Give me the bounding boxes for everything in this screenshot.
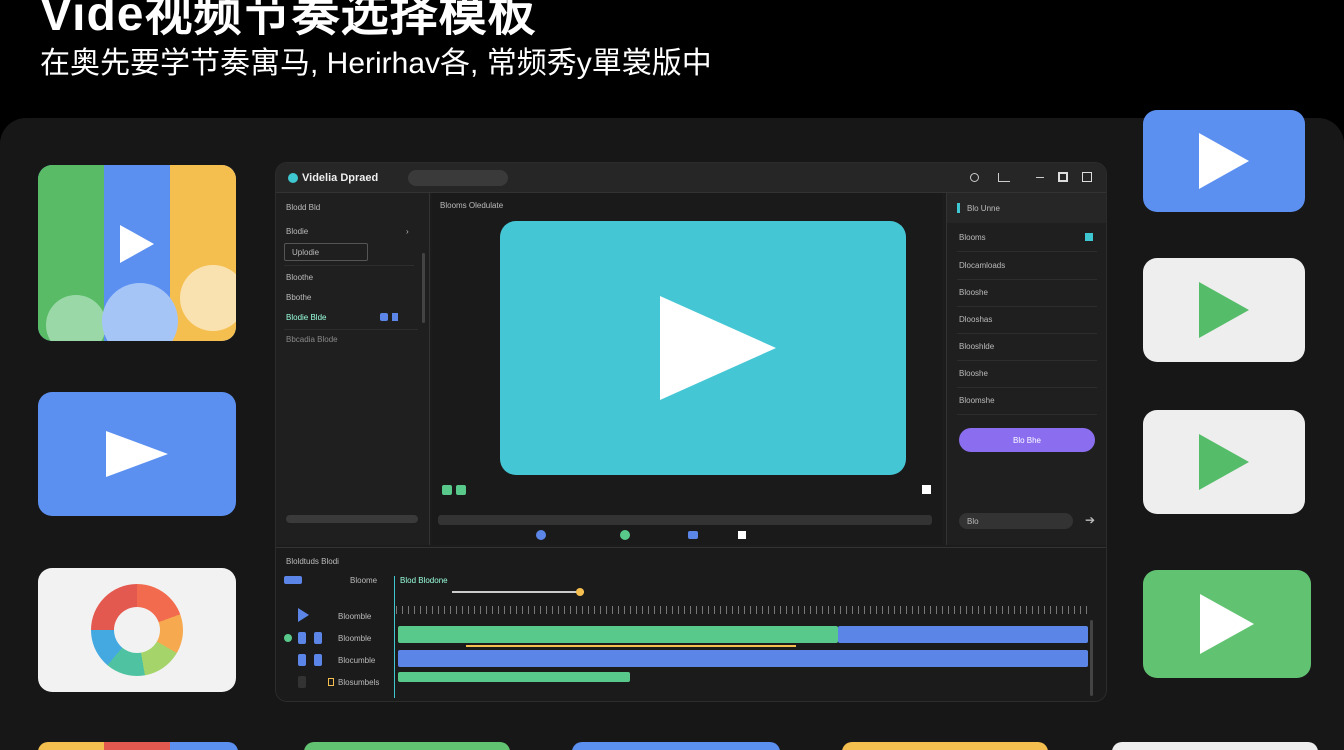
right-panel-item[interactable]: Blooshe bbox=[959, 369, 988, 378]
right-panel-item[interactable]: Bloomshe bbox=[959, 396, 995, 405]
right-panel-item[interactable]: Dlocamloads bbox=[959, 261, 1005, 270]
right-panel-item[interactable]: Blooshlde bbox=[959, 342, 994, 351]
track-clip-green[interactable] bbox=[398, 626, 838, 643]
right-panel-header: Blo Unne bbox=[967, 204, 1000, 213]
scrub-bar[interactable] bbox=[438, 515, 932, 525]
left-panel-item[interactable]: Bbothe bbox=[286, 293, 311, 302]
left-panel-header: Blodd Bld bbox=[286, 203, 321, 212]
right-panel-item[interactable]: Dlooshas bbox=[959, 315, 992, 324]
play-icon bbox=[1199, 282, 1249, 338]
timeline-tab-active[interactable] bbox=[284, 576, 302, 584]
scrollbar[interactable] bbox=[422, 253, 425, 323]
ruler-track-line bbox=[452, 591, 584, 593]
record-icon[interactable] bbox=[620, 530, 630, 540]
left-panel-item[interactable]: Blodie Blde bbox=[286, 313, 326, 322]
chevron-right-icon: › bbox=[406, 227, 409, 236]
share-icon[interactable] bbox=[998, 173, 1010, 182]
play-icon[interactable] bbox=[660, 296, 776, 400]
track-icon bbox=[328, 678, 334, 686]
template-card-right-white-1[interactable] bbox=[1143, 258, 1305, 362]
apply-button[interactable]: Blo Bhe bbox=[959, 428, 1095, 452]
track-icon bbox=[298, 654, 306, 666]
canvas: { "hero": { "title": "Vide视频节奏选择模板", "su… bbox=[0, 0, 1344, 750]
template-card-bottom-1[interactable] bbox=[38, 742, 238, 750]
track-icon bbox=[298, 632, 306, 644]
play-control-icon[interactable] bbox=[536, 530, 546, 540]
timeline-scrollbar[interactable] bbox=[1090, 620, 1093, 696]
track-clip-orange-line bbox=[466, 645, 796, 647]
template-card-blue[interactable] bbox=[38, 392, 236, 516]
track-clip-blue[interactable] bbox=[838, 626, 1088, 643]
play-icon bbox=[1199, 133, 1249, 189]
track-label: Blosumbels bbox=[338, 678, 380, 687]
left-panel-footer: Bbcadia Blode bbox=[286, 335, 338, 344]
time-ruler bbox=[396, 606, 1088, 614]
send-icon[interactable]: ➔ bbox=[1085, 513, 1095, 527]
editor-titlebar: Videlia Dpraed bbox=[276, 163, 1106, 193]
left-panel-item[interactable]: Uplodie bbox=[292, 248, 319, 257]
app-logo-icon bbox=[288, 173, 298, 183]
play-icon bbox=[1199, 434, 1249, 490]
template-card-bottom-3[interactable] bbox=[572, 742, 780, 750]
fullscreen-icon[interactable] bbox=[922, 485, 931, 494]
green-marker-icon bbox=[456, 485, 466, 495]
app-title: Videlia Dpraed bbox=[302, 172, 379, 184]
settings-icon[interactable] bbox=[970, 173, 979, 182]
track-clip-green-short[interactable] bbox=[398, 672, 630, 682]
play-icon bbox=[120, 225, 154, 263]
track-icon bbox=[314, 632, 322, 644]
track-label: Blocumble bbox=[338, 656, 376, 665]
hero-subtitle: 在奥先要学节奏寓马, Herirhav各, 常频秀y單裳版中 bbox=[40, 47, 712, 80]
template-card-bottom-2[interactable] bbox=[304, 742, 510, 750]
timeline-title: Bloldtuds Blodi bbox=[286, 557, 339, 566]
apply-button-label: Blo Bhe bbox=[1012, 435, 1042, 445]
track-label: Bloomble bbox=[338, 612, 372, 621]
template-card-striped[interactable] bbox=[38, 165, 236, 341]
template-card-right-blue[interactable] bbox=[1143, 110, 1305, 212]
right-panel: Blo Unne Blooms Dlocamloads Blooshe Dloo… bbox=[946, 193, 1106, 545]
timeline-playhead-label: Blod Blodone bbox=[400, 576, 448, 585]
timeline-header-tab[interactable]: Bloome bbox=[350, 576, 377, 585]
template-card-right-white-2[interactable] bbox=[1143, 410, 1305, 514]
checkbox-icon[interactable] bbox=[1085, 233, 1093, 241]
close-icon[interactable] bbox=[1082, 172, 1092, 182]
play-icon bbox=[106, 431, 168, 477]
template-card-right-green[interactable] bbox=[1143, 570, 1311, 678]
left-panel-item[interactable]: Blodie bbox=[286, 227, 308, 236]
blue-badge-icon bbox=[392, 313, 398, 321]
window-icon[interactable] bbox=[1058, 172, 1068, 182]
right-panel-input-value: Blo bbox=[967, 517, 979, 526]
track-icon bbox=[298, 676, 306, 688]
timeline-panel: Bloldtuds Blodi Bloome Blod Blodone Bloo… bbox=[276, 547, 1106, 701]
left-panel-item[interactable]: Bloothe bbox=[286, 273, 313, 282]
color-wheel-icon bbox=[91, 584, 183, 676]
clip-icon[interactable] bbox=[688, 531, 698, 539]
left-panel: Blodd Bld Blodie › Uplodie Bloothe Bboth… bbox=[276, 193, 430, 545]
right-panel-item[interactable]: Blooshe bbox=[959, 288, 988, 297]
play-icon bbox=[1200, 594, 1254, 654]
track-clip-blue-long[interactable] bbox=[398, 650, 1088, 667]
track-play-icon[interactable] bbox=[298, 608, 309, 622]
editor-window: Videlia Dpraed Blodd Bld Blodie › Uplodi… bbox=[275, 162, 1107, 702]
preview-panel: Blooms Oledulate bbox=[432, 193, 942, 545]
blue-badge-icon bbox=[380, 313, 388, 321]
video-preview[interactable] bbox=[500, 221, 906, 475]
stop-icon[interactable] bbox=[738, 531, 746, 539]
green-marker-icon bbox=[442, 485, 452, 495]
preview-toolbar-text: Blooms Oledulate bbox=[440, 201, 504, 210]
playhead[interactable] bbox=[394, 576, 395, 698]
right-panel-item[interactable]: Blooms bbox=[959, 233, 986, 242]
ruler-marker[interactable] bbox=[576, 588, 584, 596]
template-card-bottom-5[interactable] bbox=[1112, 742, 1318, 750]
right-panel-input[interactable]: Blo bbox=[959, 513, 1073, 529]
template-card-color-wheel[interactable] bbox=[38, 568, 236, 692]
left-bottom-slider[interactable] bbox=[286, 515, 418, 523]
track-label: Bloomble bbox=[338, 634, 372, 643]
minimize-icon[interactable] bbox=[1036, 177, 1044, 178]
teal-marker-icon bbox=[957, 203, 960, 213]
search-input[interactable] bbox=[408, 170, 508, 186]
track-dot-icon bbox=[284, 634, 292, 642]
track-icon bbox=[314, 654, 322, 666]
template-card-bottom-4[interactable] bbox=[842, 742, 1048, 750]
